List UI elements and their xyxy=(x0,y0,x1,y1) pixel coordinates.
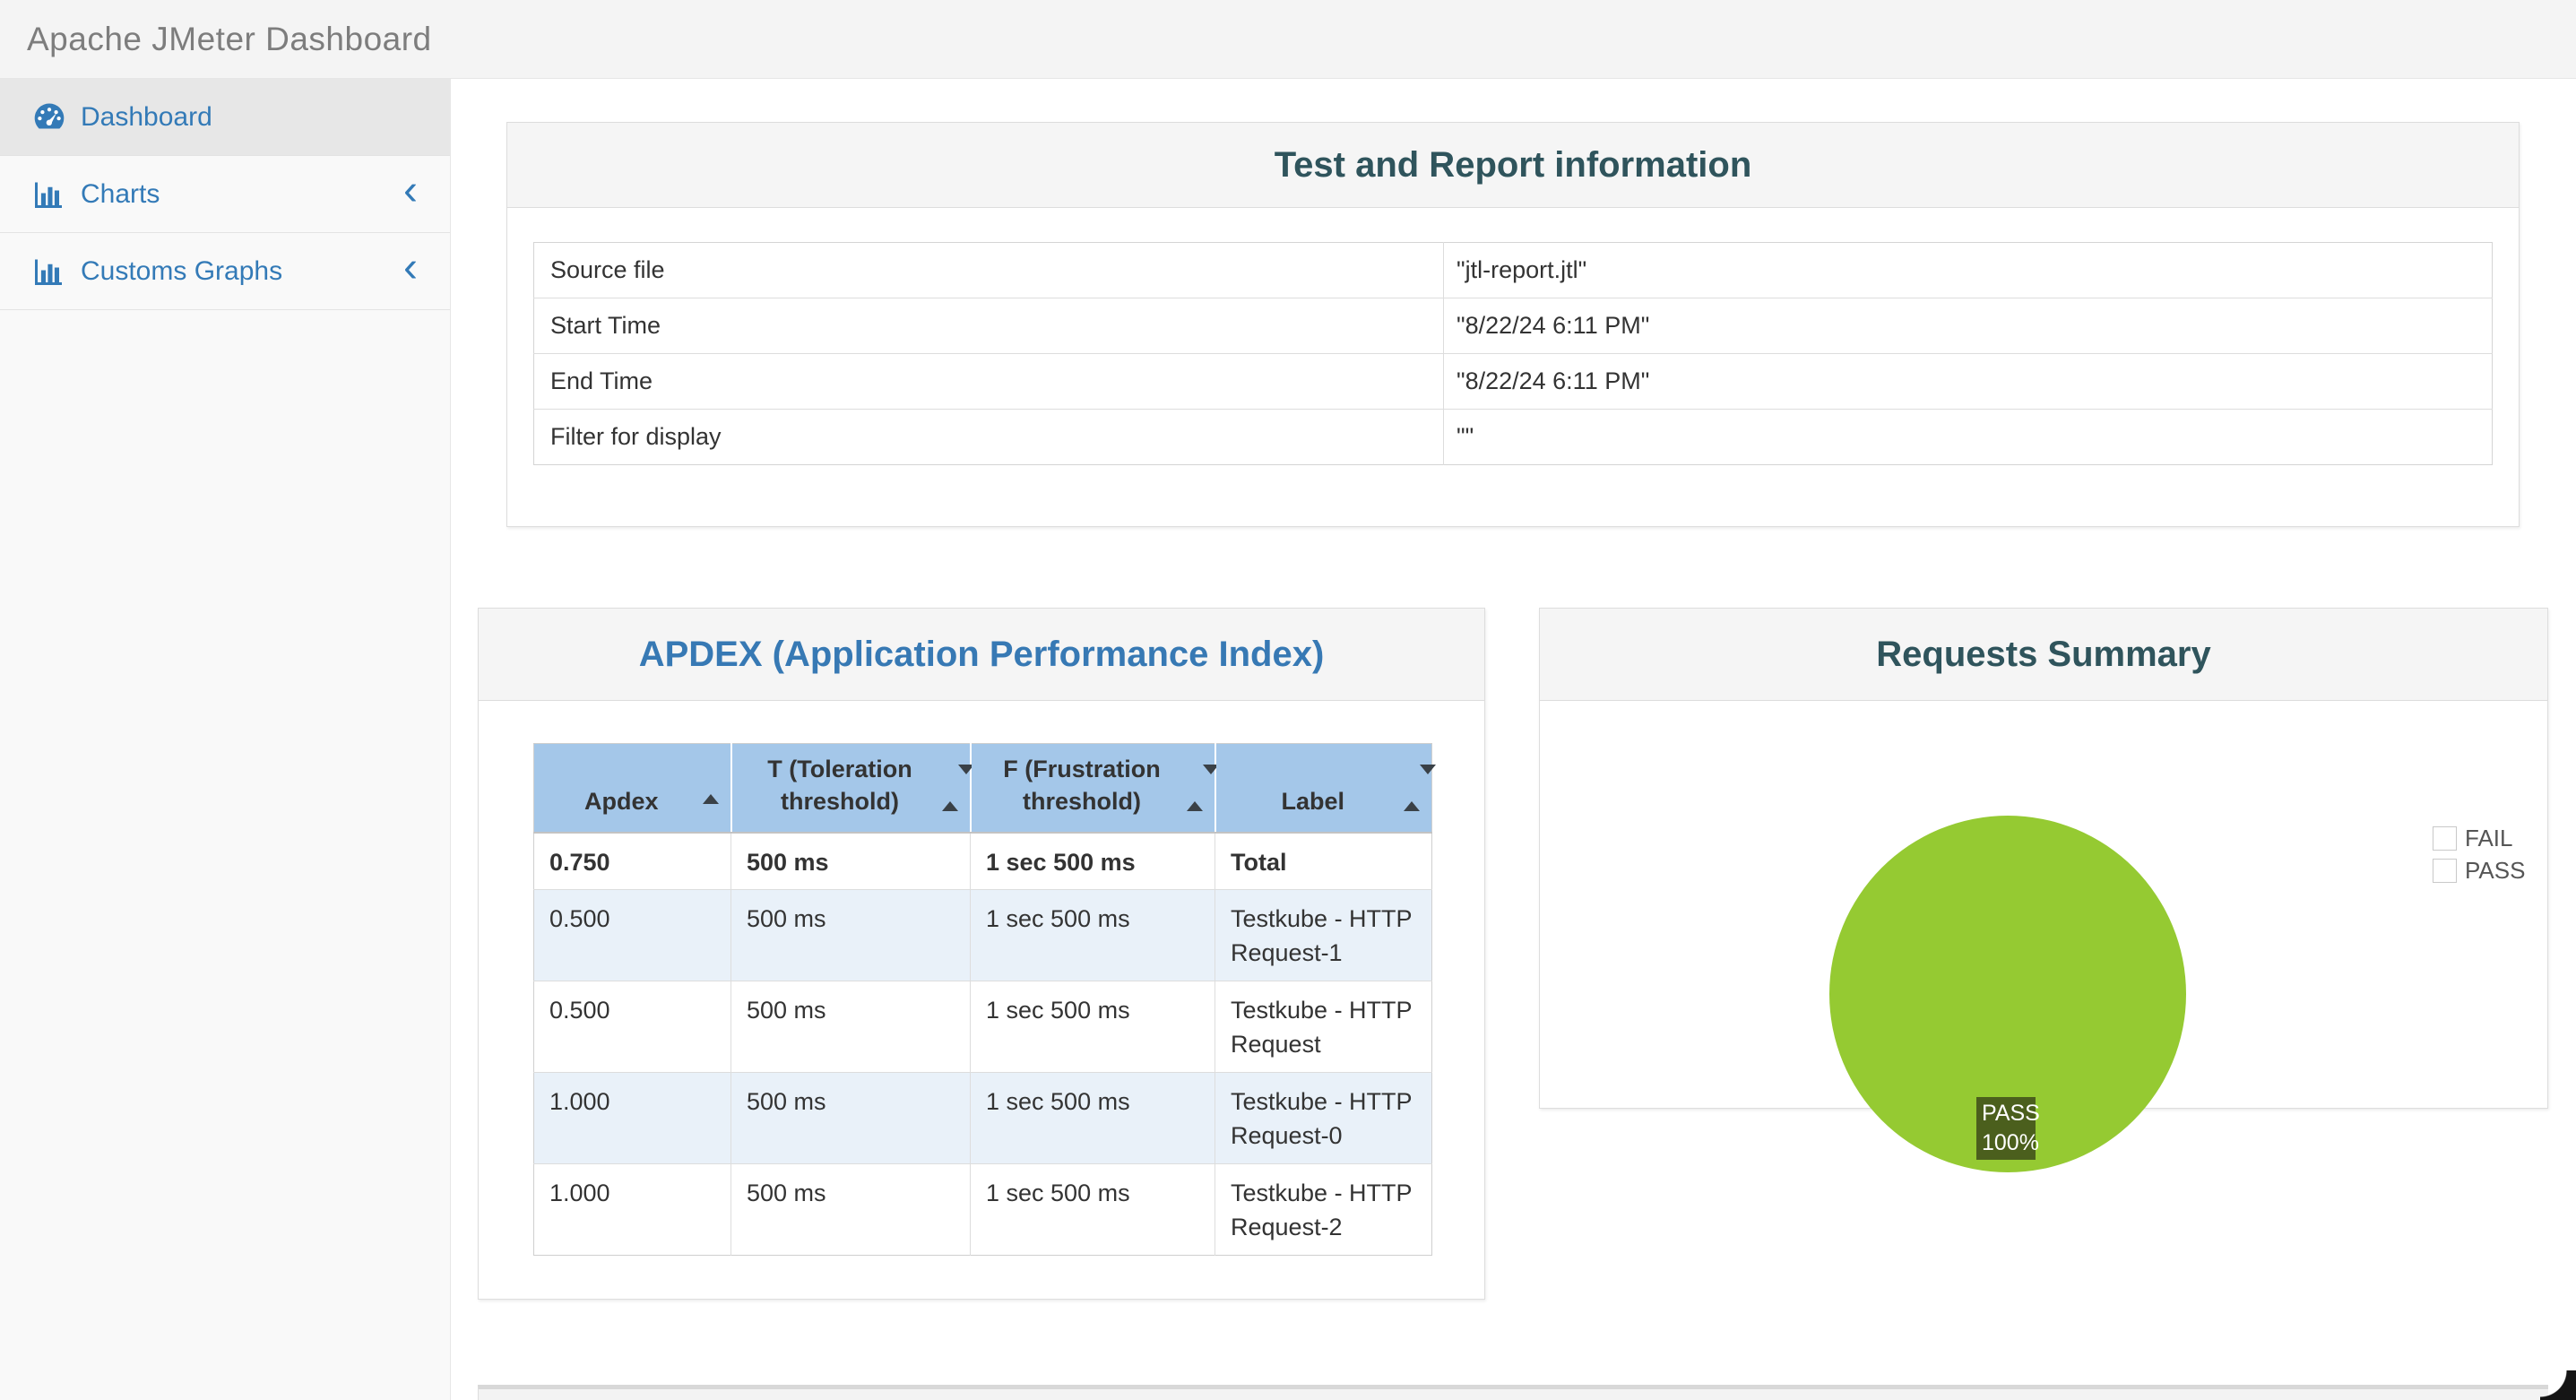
app-title: Apache JMeter Dashboard xyxy=(27,20,432,57)
dashboard-icon xyxy=(32,101,68,134)
app-header: Apache JMeter Dashboard xyxy=(0,0,2576,79)
legend-swatch-pass xyxy=(2433,859,2457,883)
requests-pie-chart: PASS 100% FAIL PASS xyxy=(1540,701,2547,1172)
info-row: Source file "jtl-report.jtl" xyxy=(533,242,2493,298)
sort-both-icon xyxy=(941,765,974,811)
apdex-cell: 500 ms xyxy=(730,888,971,981)
info-row-label: Source file xyxy=(533,242,1444,298)
bar-chart-icon xyxy=(32,255,68,288)
apdex-column-header-apdex[interactable]: Apdex xyxy=(533,743,731,834)
bar-chart-icon xyxy=(32,178,68,211)
apdex-cell: 1 sec 500 ms xyxy=(970,888,1215,981)
apdex-row: 0.500 500 ms 1 sec 500 ms Testkube - HTTP R… xyxy=(533,888,1432,981)
sidebar-item-dashboard[interactable]: Dashboard xyxy=(0,79,450,156)
sort-ascending-icon xyxy=(702,765,719,805)
sort-both-icon xyxy=(1186,765,1219,811)
test-info-table: Source file "jtl-report.jtl" Start Time "8/… xyxy=(533,242,2493,465)
apdex-column-header-label[interactable]: Label xyxy=(1214,743,1436,834)
legend-item-pass: PASS xyxy=(2433,857,2525,885)
pie-center-label-line: PASS xyxy=(1982,1101,2040,1126)
info-row-value: "" xyxy=(1443,409,2493,465)
sidebar-item-label: Dashboard xyxy=(81,101,212,132)
chart-legend: FAIL PASS xyxy=(2433,825,2525,885)
apdex-table: Apdex T (Toleration threshold) F (Frustrat… xyxy=(533,743,1436,1256)
apdex-cell: 500 ms xyxy=(730,832,971,889)
apdex-column-label: F (Frustration threshold) xyxy=(1003,756,1161,815)
apdex-cell: 1 sec 500 ms xyxy=(970,1162,1215,1255)
sidebar-item-label: Customs Graphs xyxy=(81,255,283,286)
apdex-column-header-t[interactable]: T (Toleration threshold) xyxy=(730,743,974,834)
pie-center-label-line: 100% xyxy=(1982,1130,2039,1155)
apdex-cell: 1.000 xyxy=(533,1071,731,1163)
sidebar-item-customs-graphs[interactable]: Customs Graphs ‹ xyxy=(0,233,450,310)
info-row-label: End Time xyxy=(533,353,1444,410)
legend-item-fail: FAIL xyxy=(2433,825,2525,852)
chevron-left-icon: ‹ xyxy=(403,243,418,291)
info-row-value: "8/22/24 6:11 PM" xyxy=(1443,353,2493,410)
panel-test-info-header: Test and Report information xyxy=(507,123,2519,208)
legend-label: PASS xyxy=(2465,857,2526,884)
panel-title-requests-summary: Requests Summary xyxy=(1876,634,2211,674)
sidebar-menu: Dashboard Charts ‹ Customs Graphs ‹ xyxy=(0,79,450,310)
info-row-value: "8/22/24 6:11 PM" xyxy=(1443,298,2493,354)
apdex-cell: Testkube - HTTP Request-1 xyxy=(1215,888,1432,981)
apdex-cell: Total xyxy=(1215,832,1432,889)
apdex-cell: 0.750 xyxy=(533,832,731,889)
apdex-cell: 1.000 xyxy=(533,1162,731,1255)
apdex-column-header-f[interactable]: F (Frustration threshold) xyxy=(969,743,1219,834)
legend-label: FAIL xyxy=(2465,825,2513,851)
panel-requests-summary-header: Requests Summary xyxy=(1540,609,2547,701)
apdex-cell: 1 sec 500 ms xyxy=(970,1071,1215,1163)
apdex-cell: 0.500 xyxy=(533,888,731,981)
apdex-cell: Testkube - HTTP Request-2 xyxy=(1215,1162,1432,1255)
sidebar: Dashboard Charts ‹ Customs Graphs ‹ xyxy=(0,79,451,1400)
info-row-label: Filter for display xyxy=(533,409,1444,465)
next-panel-top-edge xyxy=(478,1385,2548,1400)
chevron-left-icon: ‹ xyxy=(403,166,418,214)
info-row: Start Time "8/22/24 6:11 PM" xyxy=(533,298,2493,354)
panel-title-test-info: Test and Report information xyxy=(1274,144,1752,185)
info-row: Filter for display "" xyxy=(533,409,2493,465)
apdex-column-label: Apdex xyxy=(583,788,659,815)
apdex-cell: Testkube - HTTP Request xyxy=(1215,980,1432,1072)
panel-requests-summary: Requests Summary PASS 100% FAIL PASS xyxy=(1539,608,2548,1172)
apdex-column-label: Label xyxy=(1281,788,1345,815)
apdex-row: 0.750 500 ms 1 sec 500 ms Total xyxy=(533,832,1432,889)
panel-apdex-header: APDEX (Application Performance Index) xyxy=(479,609,1484,701)
apdex-row: 1.000 500 ms 1 sec 500 ms Testkube - HTTP R… xyxy=(533,1162,1432,1255)
apdex-cell: 0.500 xyxy=(533,980,731,1072)
apdex-column-label: T (Toleration threshold) xyxy=(767,756,912,815)
info-row: End Time "8/22/24 6:11 PM" xyxy=(533,353,2493,410)
apdex-row: 1.000 500 ms 1 sec 500 ms Testkube - HTTP R… xyxy=(533,1071,1432,1163)
sort-both-icon xyxy=(1404,765,1436,811)
sidebar-item-charts[interactable]: Charts ‹ xyxy=(0,156,450,233)
apdex-cell: Testkube - HTTP Request-0 xyxy=(1215,1071,1432,1163)
info-row-label: Start Time xyxy=(533,298,1444,354)
apdex-cell: 1 sec 500 ms xyxy=(970,980,1215,1072)
panel-title-apdex: APDEX (Application Performance Index) xyxy=(638,634,1325,674)
apdex-cell: 500 ms xyxy=(730,980,971,1072)
panel-apdex: APDEX (Application Performance Index) Ap… xyxy=(478,608,1485,1300)
info-row-value: "jtl-report.jtl" xyxy=(1457,256,1587,283)
legend-swatch-fail xyxy=(2433,826,2457,851)
apdex-cell: 500 ms xyxy=(730,1071,971,1163)
pie-center-label: PASS 100% xyxy=(1976,1097,2040,1160)
panel-test-info: Test and Report information Source file "… xyxy=(506,122,2520,527)
apdex-cell: 1 sec 500 ms xyxy=(970,832,1215,889)
apdex-cell: 500 ms xyxy=(730,1162,971,1255)
apdex-row: 0.500 500 ms 1 sec 500 ms Testkube - HTTP R… xyxy=(533,980,1432,1072)
sidebar-item-label: Charts xyxy=(81,178,160,209)
screen-corner-artifact xyxy=(2540,1370,2576,1400)
